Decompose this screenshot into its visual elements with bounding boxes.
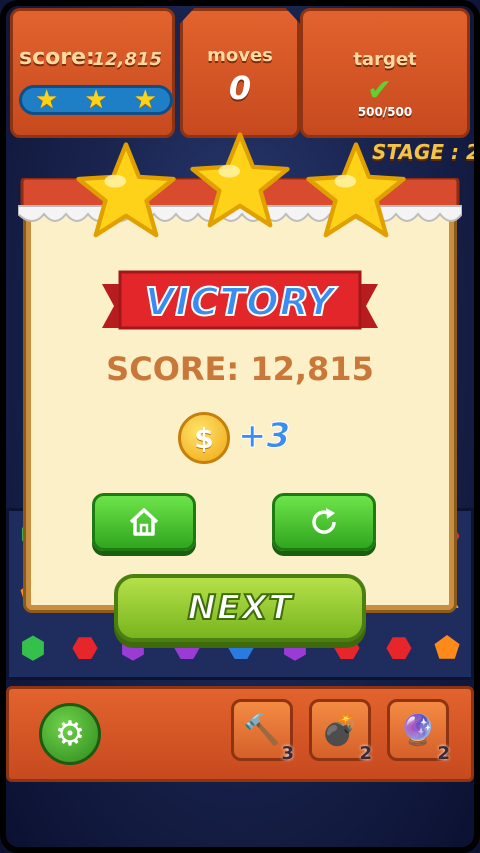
final-score: SCORE: 12,815 — [106, 350, 374, 388]
home-button[interactable] — [92, 493, 196, 551]
moves-label: moves — [207, 45, 273, 66]
victory-title: VICTORY — [144, 279, 335, 325]
progress-star-icon: ★ — [35, 85, 59, 115]
home-icon — [129, 508, 159, 536]
red-gem-icon[interactable]: ⬣ — [65, 629, 105, 669]
orange-gem-icon[interactable]: ⬟ — [427, 629, 467, 669]
coin-icon: $ — [178, 412, 230, 464]
moves-value: 0 — [228, 69, 252, 107]
victory-popup — [26, 186, 454, 610]
green-gem-icon[interactable]: ⬢ — [13, 629, 53, 669]
hammer-icon: 🔨 — [243, 712, 281, 748]
booster-count: 2 — [359, 743, 372, 764]
target-value: 500/500 — [357, 105, 413, 119]
coin-bonus: +3 — [237, 416, 291, 457]
score-value: 12,815 — [92, 49, 162, 70]
target-panel: target ✔ 500/500 — [300, 8, 470, 138]
bottom-bar: ⚙ 🔨 3 💣 2 🔮 2 — [6, 686, 474, 782]
victory-star-icon — [76, 142, 176, 238]
moves-panel: moves 0 — [180, 8, 300, 138]
next-button[interactable]: NEXT — [114, 574, 366, 642]
booster-hammer[interactable]: 🔨 3 — [231, 699, 294, 764]
next-label: NEXT — [186, 587, 293, 629]
settings-button[interactable]: ⚙ — [39, 703, 101, 765]
booster-bomb[interactable]: 💣 2 — [309, 699, 372, 764]
progress-star-icon: ★ — [84, 85, 108, 115]
retry-button[interactable] — [272, 493, 376, 551]
victory-star-icon — [190, 132, 290, 228]
victory-star-icon — [306, 142, 406, 238]
gear-icon: ⚙ — [54, 714, 86, 754]
checkmark-icon: ✔ — [367, 73, 393, 108]
bomb-icon: 💣 — [321, 712, 359, 748]
game-screen: score: 12,815 ★ ★ ★ moves 0 target ✔ 500… — [0, 0, 480, 853]
target-label: target — [353, 49, 417, 70]
rainbow-ball-icon: 🔮 — [399, 712, 437, 748]
score-panel: score: 12,815 ★ ★ ★ — [10, 8, 175, 138]
booster-count: 2 — [437, 743, 450, 764]
booster-rainbow[interactable]: 🔮 2 — [387, 699, 450, 764]
progress-star-icon: ★ — [133, 85, 157, 115]
red-gem-icon[interactable]: ⬣ — [379, 629, 419, 669]
score-label: score: — [19, 45, 95, 70]
booster-count: 3 — [281, 743, 294, 764]
star-progress-bar: ★ ★ ★ — [19, 85, 173, 115]
retry-icon — [312, 508, 336, 534]
